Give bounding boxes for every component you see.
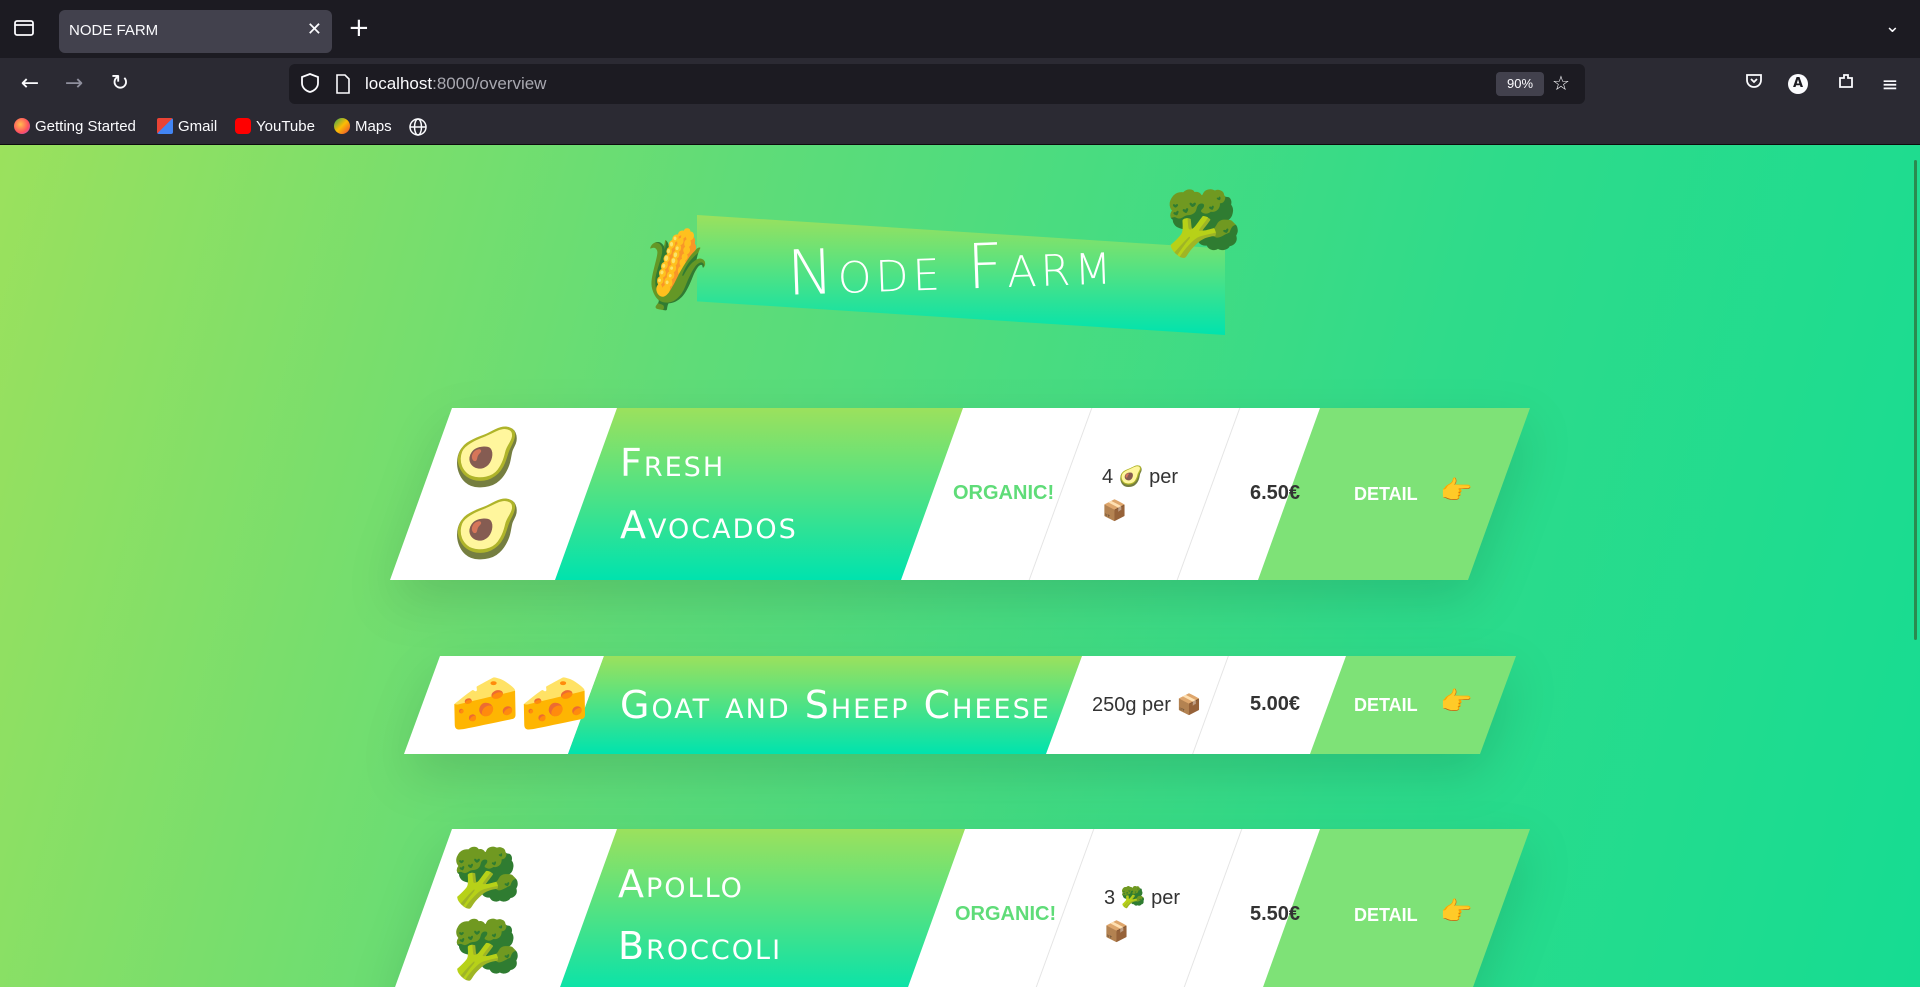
zoom-level-badge[interactable]: 90% <box>1496 72 1544 96</box>
active-tab[interactable]: NODE FARM ✕ <box>59 10 332 53</box>
detail-button[interactable]: DETAIL <box>1354 695 1418 716</box>
tab-title: NODE FARM <box>69 22 159 39</box>
bookmark-gmail[interactable]: Gmail <box>157 117 217 137</box>
product-quantity: 3 🥦 per 📦 <box>1104 887 1181 943</box>
account-icon[interactable]: A <box>1788 74 1808 94</box>
pointing-hand-icon[interactable]: 👉 <box>1440 687 1472 717</box>
product-name[interactable]: Goat and Sheep Cheese <box>620 674 1051 736</box>
page-content: 🌽 Node Farm 🥦 🥑 🥑 Fresh Avocados ORGANIC! … <box>0 145 1920 987</box>
gmail-icon <box>157 118 173 134</box>
broccoli-emoji: 🥦 <box>1165 187 1243 260</box>
tab-bar: NODE FARM ✕ + ⌄ <box>0 0 1920 58</box>
bookmarks-toolbar: Getting Started Gmail YouTube Maps <box>0 110 1920 145</box>
page-icon <box>336 74 350 94</box>
new-tab-icon[interactable]: + <box>348 15 370 41</box>
bookmark-youtube[interactable]: YouTube <box>235 117 315 137</box>
shield-icon[interactable] <box>299 72 321 94</box>
product-quantity: 4 🥑 per 📦 <box>1102 466 1179 522</box>
product-price: 5.00€ <box>1250 693 1301 715</box>
url-text[interactable]: localhost:8000/overview <box>365 74 546 94</box>
product-emoji: 🥑 🥑 <box>452 425 522 562</box>
product-emoji: 🥦 🥦 <box>452 846 522 983</box>
product-name[interactable]: Fresh Avocados <box>620 432 798 556</box>
navigation-toolbar: ← → ↻ localhost:8000/overview 90% ☆ A ≡ <box>0 58 1920 110</box>
pointing-hand-icon[interactable]: 👉 <box>1440 897 1472 927</box>
detail-button[interactable]: DETAIL <box>1354 484 1418 505</box>
product-card[interactable]: 🥦 🥦 Apollo Broccoli ORGANIC! 3 🥦 per 📦 5.50… <box>390 829 1530 987</box>
back-arrow-icon[interactable]: ← <box>16 70 44 98</box>
detail-button[interactable]: DETAIL <box>1354 905 1418 926</box>
product-card[interactable]: 🧀🧀 Goat and Sheep Cheese 250g per 📦 5.00… <box>404 656 1516 754</box>
organic-label: ORGANIC! <box>953 482 1055 504</box>
chevron-down-icon[interactable]: ⌄ <box>1885 16 1900 37</box>
product-card[interactable]: 🥑 🥑 Fresh Avocados ORGANIC! 4 🥑 per 📦 6.50€… <box>390 408 1530 580</box>
tab-list-icon[interactable] <box>12 17 36 41</box>
product-name[interactable]: Apollo Broccoli <box>618 853 782 977</box>
product-price: 5.50€ <box>1250 903 1301 925</box>
bookmark-star-icon[interactable]: ☆ <box>1552 71 1570 95</box>
page-heading: 🌽 Node Farm 🥦 <box>626 187 1242 335</box>
close-tab-icon[interactable]: ✕ <box>307 19 322 40</box>
youtube-icon <box>235 118 251 134</box>
globe-icon[interactable] <box>408 117 428 137</box>
bookmark-maps[interactable]: Maps <box>334 117 392 137</box>
bookmark-getting-started[interactable]: Getting Started <box>14 117 136 137</box>
product-emoji: 🧀🧀 <box>450 671 590 736</box>
maps-icon <box>334 118 350 134</box>
firefox-icon <box>14 118 30 134</box>
organic-label: ORGANIC! <box>955 903 1057 925</box>
pointing-hand-icon[interactable]: 👉 <box>1440 476 1472 506</box>
forward-arrow-icon[interactable]: → <box>60 70 88 98</box>
scrollbar[interactable] <box>1914 160 1917 640</box>
pocket-icon[interactable] <box>1740 70 1768 98</box>
product-quantity: 250g per 📦 <box>1092 694 1202 716</box>
reload-icon[interactable]: ↻ <box>106 70 134 98</box>
page-title: Node Farm <box>785 225 1117 310</box>
menu-icon[interactable]: ≡ <box>1876 70 1904 98</box>
address-bar[interactable]: localhost:8000/overview 90% ☆ <box>289 64 1585 104</box>
product-price: 6.50€ <box>1250 482 1301 504</box>
extensions-icon[interactable] <box>1832 70 1860 98</box>
